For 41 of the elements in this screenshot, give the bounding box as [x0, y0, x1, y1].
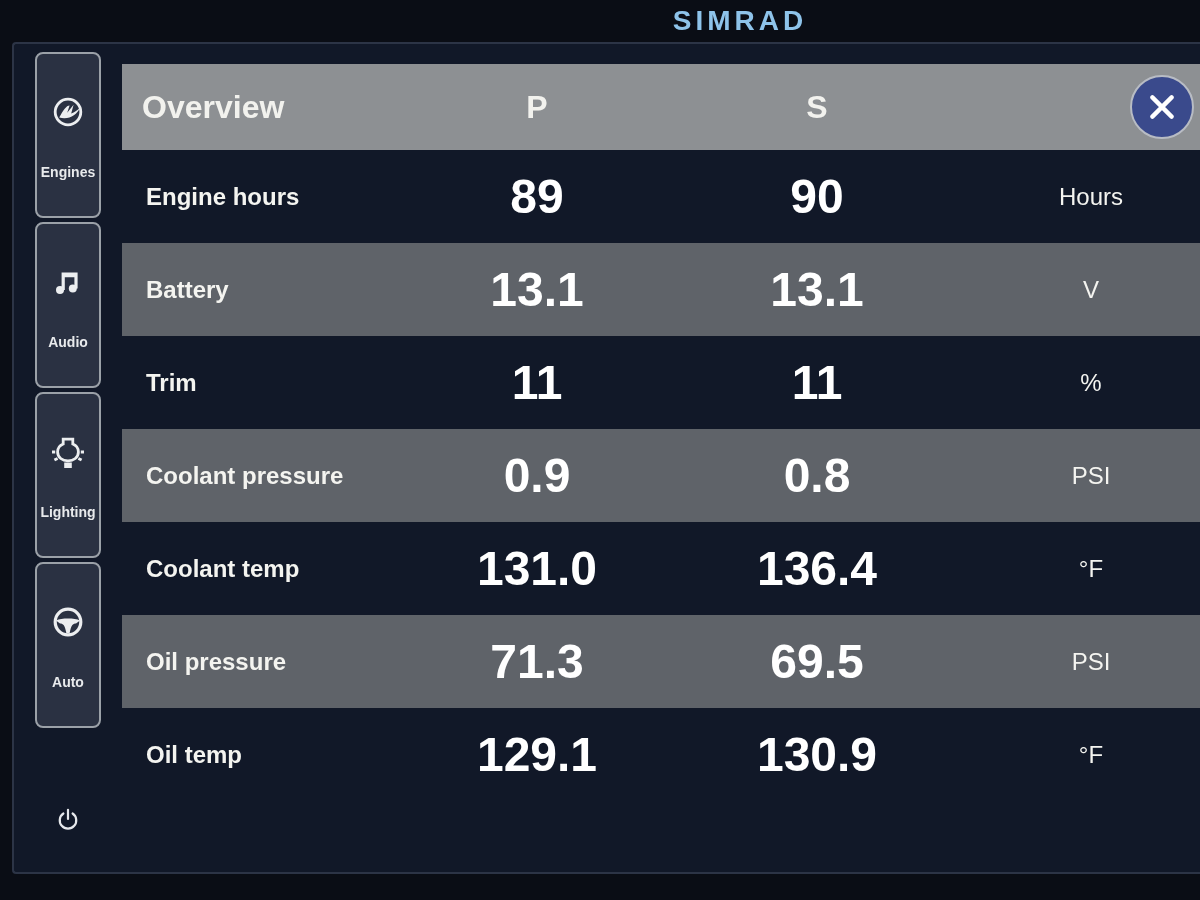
table-cell: 13.1 [770, 262, 864, 317]
row-label: Engine hours [145, 182, 300, 211]
emblem-icon [52, 96, 84, 128]
close-icon [1150, 95, 1174, 119]
light-bulb-icon [52, 436, 84, 468]
column-header: P [526, 88, 548, 126]
table-cell: 69.5 [770, 634, 864, 689]
table-cell: 0.9 [503, 448, 571, 503]
unit-label: % [1080, 368, 1102, 397]
row-label: Battery [145, 275, 229, 304]
sidebar-tab[interactable]: Audio [35, 222, 101, 388]
table-cell: 89 [510, 169, 564, 224]
column-header: S [806, 88, 828, 126]
table-cell: 13.1 [490, 262, 584, 317]
row-label: Trim [145, 368, 197, 397]
table-cell: 11 [791, 355, 843, 410]
table-cell: 0.8 [783, 448, 851, 503]
table-title: Overview [141, 88, 285, 126]
sidebar-tab[interactable]: Lighting [35, 392, 101, 558]
unit-label: PSI [1071, 647, 1111, 676]
unit-label: °F [1078, 740, 1104, 769]
brand-logo: SIMRAD [672, 7, 808, 35]
power-icon[interactable] [57, 808, 79, 830]
unit-label: V [1083, 275, 1099, 304]
row-label: Oil pressure [145, 647, 287, 676]
table-cell: 136.4 [756, 541, 878, 596]
unit-label: PSI [1071, 461, 1111, 490]
table-cell: 11 [511, 355, 563, 410]
row-label: Oil temp [145, 740, 242, 769]
table-cell: 90 [790, 169, 844, 224]
sidebar-tab[interactable]: Engines [35, 52, 101, 218]
unit-label: °F [1078, 554, 1104, 583]
unit-label: Hours [1059, 182, 1123, 211]
steering-wheel-icon [52, 606, 84, 638]
table-cell: 71.3 [490, 634, 584, 689]
table-cell: 131.0 [476, 541, 598, 596]
row-label: Coolant temp [145, 554, 300, 583]
table-cell: 130.9 [756, 727, 878, 782]
table-cell: 129.1 [476, 727, 598, 782]
row-label: Coolant pressure [145, 461, 344, 490]
sidebar-tab[interactable]: Auto [35, 562, 101, 728]
